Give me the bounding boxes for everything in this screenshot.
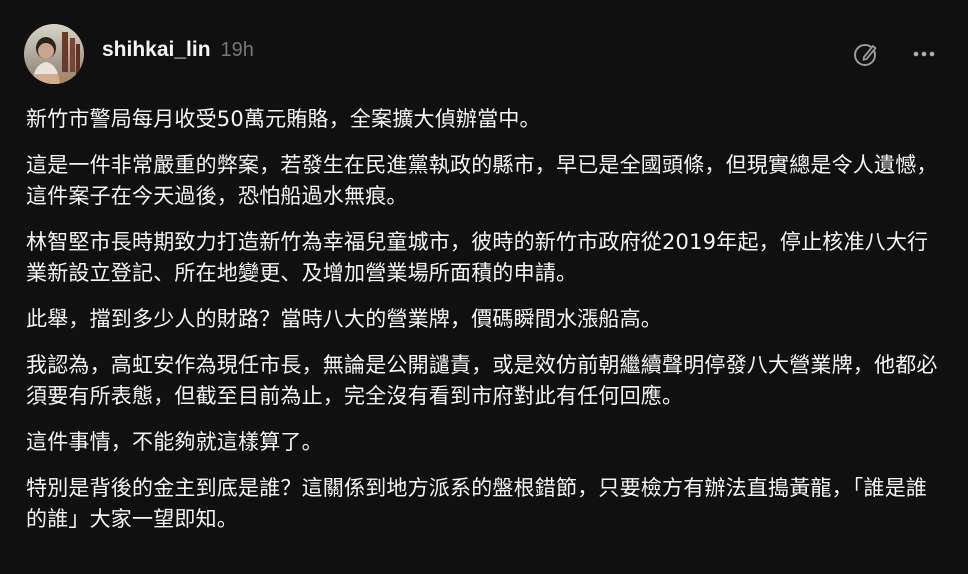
post-paragraph: 我認為，高虹安作為現任市長，無論是公開譴責，或是效仿前朝繼續聲明停發八大營業牌，… (26, 353, 938, 408)
post-paragraph: 這是一件非常嚴重的弊案，若發生在民進黨執政的縣市，早已是全國頭條，但現實總是令人… (26, 153, 938, 208)
avatar[interactable] (24, 24, 84, 84)
avatar-photo (24, 24, 84, 84)
timestamp: 19h (220, 39, 254, 61)
post-paragraph: 新竹市警局每月收受50萬元賄賂，全案擴大偵辦當中。 (26, 107, 541, 131)
post-header: shihkai_lin 19h (102, 38, 254, 68)
edit-button[interactable] (848, 36, 884, 72)
thread-post: shihkai_lin 19h 新竹市警局每月收受50萬元賄賂，全案擴大偵辦當中… (0, 0, 968, 574)
post-paragraph: 此舉，擋到多少人的財路？當時八大的營業牌，價碼瞬間水漲船高。 (26, 307, 662, 331)
post-paragraph: 林智堅市長時期致力打造新竹為幸福兒童城市，彼時的新竹市政府從2019年起，停止核… (26, 230, 929, 285)
more-options-button[interactable] (906, 36, 942, 72)
post-body: 新竹市警局每月收受50萬元賄賂，全案擴大偵辦當中。 這是一件非常嚴重的弊案，若發… (26, 104, 948, 550)
edit-pencil-circle-icon (854, 44, 877, 66)
username[interactable]: shihkai_lin (102, 38, 211, 62)
more-horizontal-icon (913, 51, 935, 57)
post-paragraph: 這件事情，不能夠就這樣算了。 (26, 430, 323, 454)
post-paragraph: 特別是背後的金主到底是誰？這關係到地方派系的盤根錯節，只要檢方有辦法直搗黃龍，「… (26, 476, 928, 531)
